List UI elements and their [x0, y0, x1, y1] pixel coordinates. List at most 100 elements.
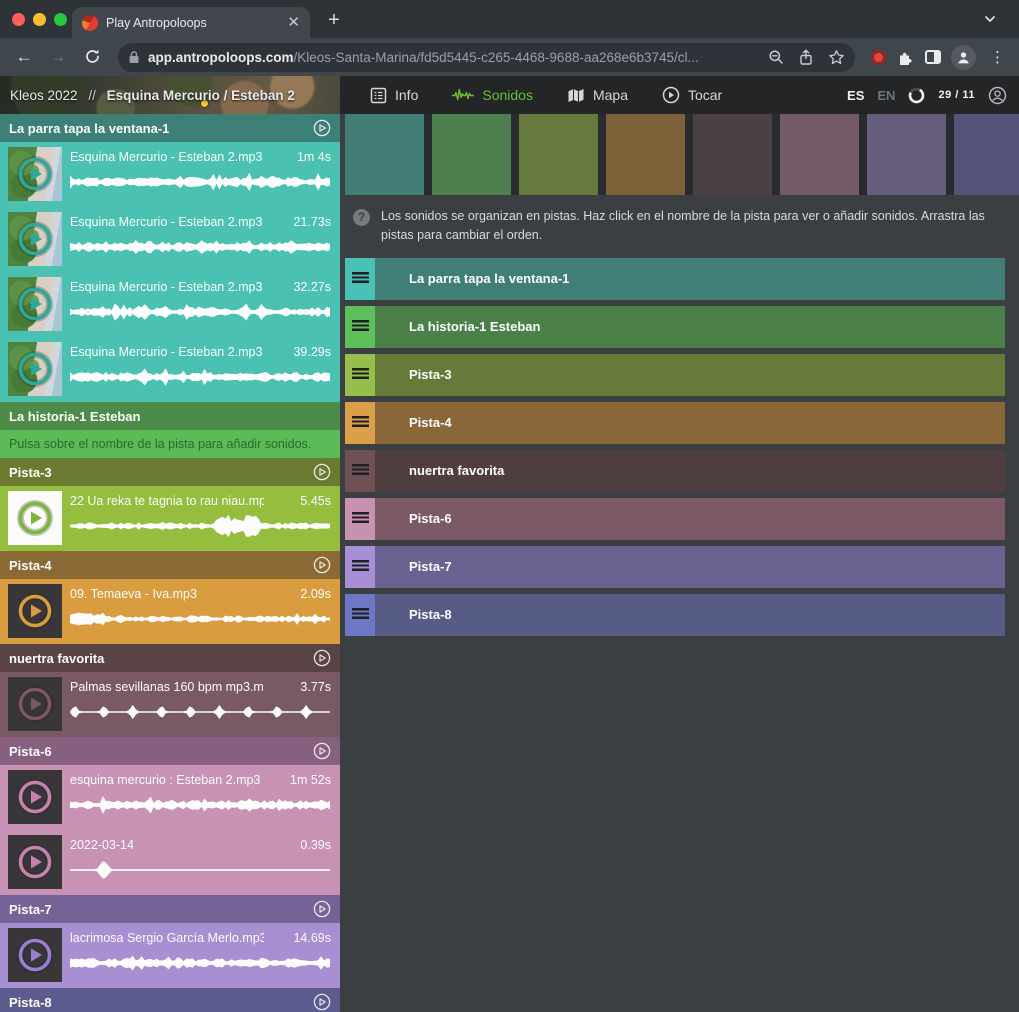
bookmark-star-icon[interactable] — [828, 49, 845, 66]
clip-thumbnail[interactable] — [8, 147, 62, 201]
track-play-icon[interactable] — [313, 463, 331, 481]
tab-tocar[interactable]: Tocar — [650, 76, 744, 114]
track-drag-handle[interactable] — [345, 498, 375, 540]
track-drag-handle[interactable] — [345, 594, 375, 636]
clip-play-icon[interactable] — [16, 155, 54, 193]
clip-play-icon[interactable] — [16, 843, 54, 881]
tab-sonidos[interactable]: Sonidos — [440, 76, 555, 114]
track-section-header[interactable]: La parra tapa la ventana-1 — [0, 114, 340, 142]
window-zoom-button[interactable] — [54, 13, 67, 26]
track-row[interactable]: Pista-7 — [345, 546, 1005, 588]
track-drag-handle[interactable] — [345, 450, 375, 492]
address-bar[interactable]: app.antropoloops.com/Kleos-Santa-Marina/… — [118, 43, 855, 72]
tab-close-icon[interactable]: ✕ — [287, 15, 300, 30]
track-row[interactable]: La parra tapa la ventana-1 — [345, 258, 1005, 300]
track-row-body[interactable]: Pista-4 — [375, 402, 1005, 444]
track-play-icon[interactable] — [313, 993, 331, 1011]
track-drag-handle[interactable] — [345, 258, 375, 300]
audio-clip[interactable]: Esquina Mercurio - Esteban 2.mp31m 4s — [0, 142, 340, 207]
track-row-body[interactable]: Pista-7 — [375, 546, 1005, 588]
browser-tab[interactable]: Play Antropoloops ✕ — [72, 7, 310, 38]
record-extension-icon[interactable] — [871, 50, 886, 65]
reload-icon[interactable] — [78, 43, 106, 71]
track-row[interactable]: Pista-4 — [345, 402, 1005, 444]
track-section-header[interactable]: La historia-1 Esteban — [0, 402, 340, 430]
clip-thumbnail[interactable] — [8, 491, 62, 545]
track-row-body[interactable]: Pista-8 — [375, 594, 1005, 636]
audio-clip[interactable]: 09. Temaeva - Iva.mp32.09s — [0, 579, 340, 644]
language-en[interactable]: EN — [877, 88, 895, 103]
track-row-body[interactable]: Pista-3 — [375, 354, 1005, 396]
lock-icon[interactable] — [128, 50, 140, 64]
audio-clip[interactable]: 22 Ua reka te tagnia to rau niau.mp35.45… — [0, 486, 340, 551]
audio-clip[interactable]: lacrimosa Sergio García Merlo.mp314.69s — [0, 923, 340, 988]
track-row-body[interactable]: Pista-6 — [375, 498, 1005, 540]
new-tab-button[interactable]: + — [322, 9, 346, 33]
clip-play-icon[interactable] — [16, 778, 54, 816]
track-row-body[interactable]: nuertra favorita — [375, 450, 1005, 492]
clip-thumbnail[interactable] — [8, 212, 62, 266]
audio-clip[interactable]: Esquina Mercurio - Esteban 2.mp339.29s — [0, 337, 340, 402]
track-drag-handle[interactable] — [345, 546, 375, 588]
track-row[interactable]: La historia-1 Esteban — [345, 306, 1005, 348]
share-icon[interactable] — [798, 49, 814, 66]
side-panel-icon[interactable] — [925, 50, 941, 64]
track-play-icon[interactable] — [313, 119, 331, 137]
audio-clip[interactable]: Esquina Mercurio - Esteban 2.mp321.73s — [0, 207, 340, 272]
forward-icon[interactable]: → — [44, 43, 72, 71]
profile-avatar[interactable] — [951, 45, 976, 70]
audio-clip[interactable]: esquina mercurio : Esteban 2.mp31m 52s — [0, 765, 340, 830]
track-section-header[interactable]: Pista-6 — [0, 737, 340, 765]
track-section-header[interactable]: Pista-7 — [0, 895, 340, 923]
drag-handle-icon — [352, 272, 369, 285]
track-drag-handle[interactable] — [345, 306, 375, 348]
clip-thumbnail[interactable] — [8, 770, 62, 824]
track-play-icon[interactable] — [313, 649, 331, 667]
clip-play-icon[interactable] — [16, 350, 54, 388]
track-play-icon[interactable] — [313, 742, 331, 760]
track-drag-handle[interactable] — [345, 354, 375, 396]
track-section-header[interactable]: Pista-3 — [0, 458, 340, 486]
tab-mapa[interactable]: Mapa — [555, 76, 650, 114]
track-row[interactable]: Pista-8 — [345, 594, 1005, 636]
track-row-body[interactable]: La historia-1 Esteban — [375, 306, 1005, 348]
clip-play-icon[interactable] — [16, 220, 54, 258]
clip-play-icon[interactable] — [16, 936, 54, 974]
clip-thumbnail[interactable] — [8, 584, 62, 638]
info-list-icon — [370, 87, 387, 104]
audio-clip[interactable]: 2022-03-140.39s — [0, 830, 340, 895]
track-section-header[interactable]: Pista-4 — [0, 551, 340, 579]
clip-play-icon[interactable] — [16, 592, 54, 630]
track-play-icon[interactable] — [313, 900, 331, 918]
account-icon[interactable] — [988, 86, 1007, 105]
back-icon[interactable]: ← — [10, 43, 38, 71]
clip-thumbnail[interactable] — [8, 928, 62, 982]
track-section-header[interactable]: nuertra favorita — [0, 644, 340, 672]
track-row-body[interactable]: La parra tapa la ventana-1 — [375, 258, 1005, 300]
track-row[interactable]: Pista-3 — [345, 354, 1005, 396]
clip-thumbnail[interactable] — [8, 835, 62, 889]
clip-play-icon[interactable] — [16, 685, 54, 723]
window-minimize-button[interactable] — [33, 13, 46, 26]
clip-play-icon[interactable] — [16, 285, 54, 323]
clip-thumbnail[interactable] — [8, 342, 62, 396]
track-play-icon[interactable] — [313, 556, 331, 574]
language-es[interactable]: ES — [847, 88, 864, 103]
audio-clip[interactable]: Palmas sevillanas 160 bpm mp3.mp33.77s — [0, 672, 340, 737]
track-drag-handle[interactable] — [345, 402, 375, 444]
browser-menu-icon[interactable]: ⋮ — [986, 50, 1009, 65]
audio-clip[interactable]: Esquina Mercurio - Esteban 2.mp332.27s — [0, 272, 340, 337]
tab-title: Play Antropoloops — [106, 16, 279, 30]
project-breadcrumb[interactable]: Kleos 2022 // Esquina Mercurio / Esteban… — [0, 76, 340, 114]
tab-info[interactable]: Info — [358, 76, 440, 114]
clip-thumbnail[interactable] — [8, 677, 62, 731]
track-row[interactable]: Pista-6 — [345, 498, 1005, 540]
zoom-out-icon[interactable] — [768, 49, 784, 65]
track-row[interactable]: nuertra favorita — [345, 450, 1005, 492]
window-close-button[interactable] — [12, 13, 25, 26]
track-section-header[interactable]: Pista-8 — [0, 988, 340, 1012]
extensions-puzzle-icon[interactable] — [896, 48, 915, 67]
clip-thumbnail[interactable] — [8, 277, 62, 331]
tab-search-chevron-icon[interactable] — [983, 12, 997, 26]
clip-play-icon[interactable] — [16, 499, 54, 537]
